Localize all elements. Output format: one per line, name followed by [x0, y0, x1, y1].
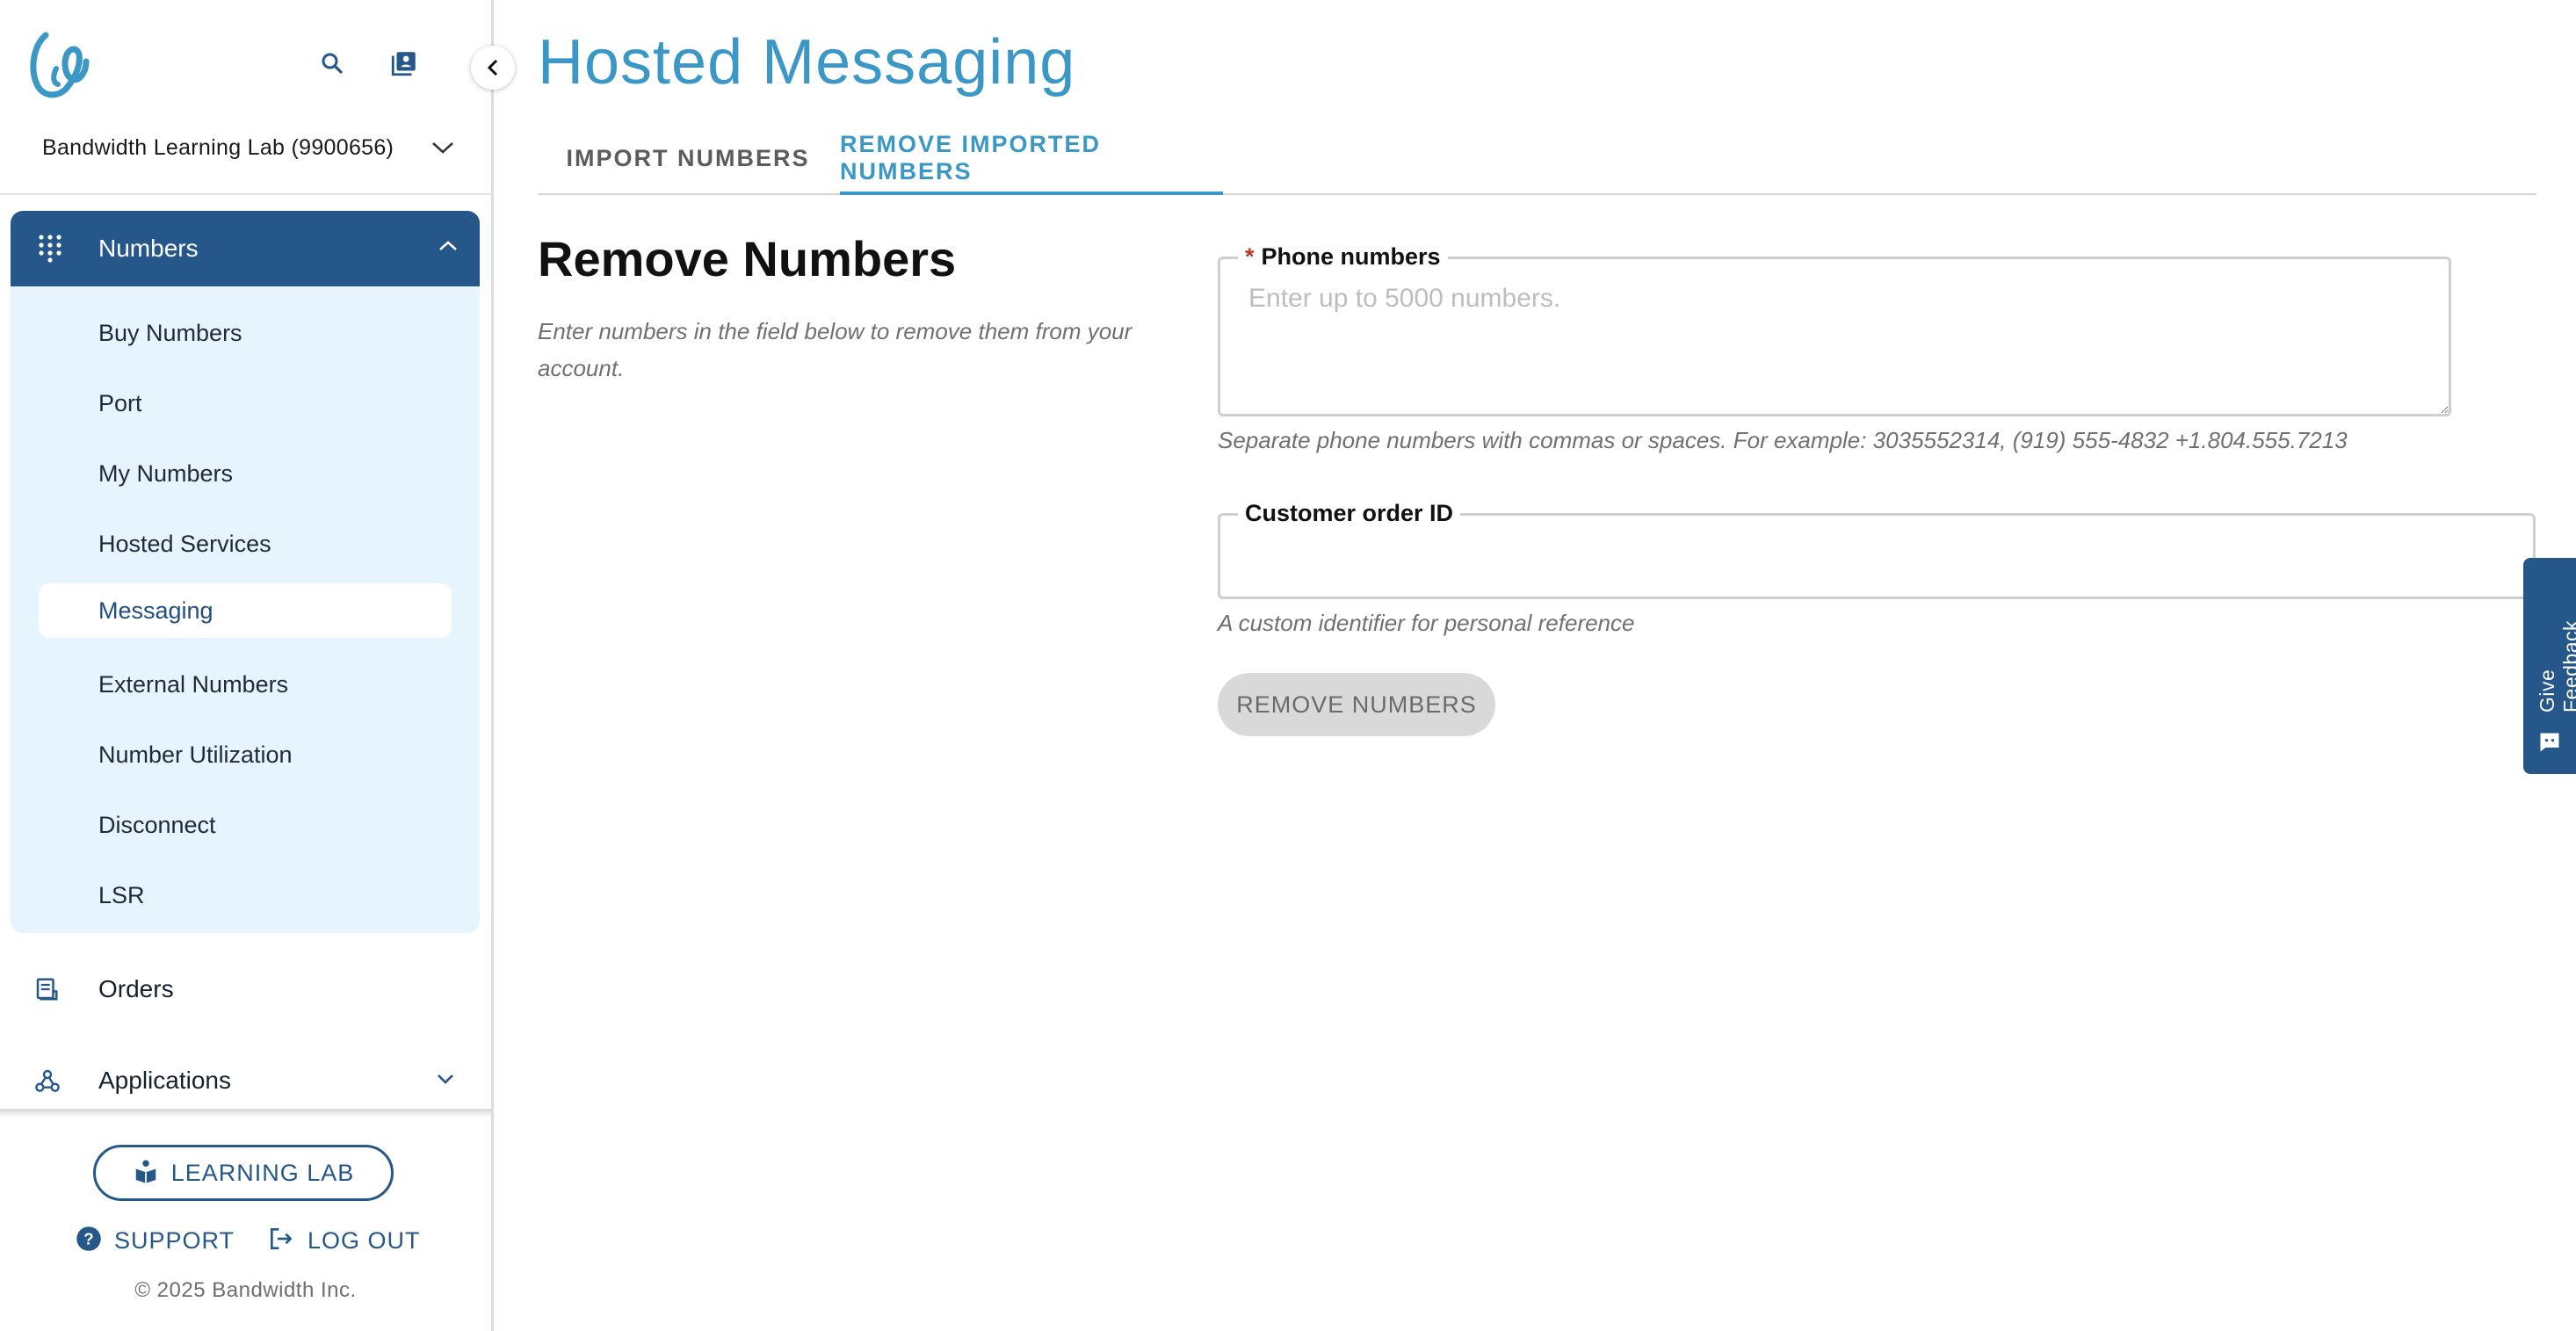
chevron-left-icon: [487, 59, 498, 76]
phone-numbers-label-text: Phone numbers: [1261, 243, 1441, 270]
reading-book-icon: [133, 1158, 159, 1189]
remove-numbers-button[interactable]: REMOVE NUMBERS: [1218, 673, 1495, 736]
support-label: SUPPORT: [114, 1226, 235, 1254]
tab-bar: IMPORT NUMBERS REMOVE IMPORTED NUMBERS: [538, 123, 2536, 195]
logout-button[interactable]: LOG OUT: [267, 1221, 421, 1260]
copyright: © 2025 Bandwidth Inc.: [134, 1278, 357, 1302]
sidebar-item-label: Buy Numbers: [98, 319, 242, 346]
collapse-sidebar-button[interactable]: [471, 46, 515, 90]
customer-order-id-helper: A custom identifier for personal referen…: [1218, 610, 1635, 636]
sidebar-item-label: Messaging: [98, 597, 213, 624]
support-button[interactable]: ? SUPPORT: [76, 1221, 235, 1260]
sidebar-item-label: Number Utilization: [98, 741, 293, 768]
section-title: Remove Numbers: [538, 231, 957, 286]
nav-item-applications[interactable]: Applications: [11, 1050, 480, 1111]
sidebar-item-messaging[interactable]: Messaging: [39, 583, 452, 638]
phone-numbers-field: *Phone numbers: [1218, 243, 2451, 416]
sidebar: Bandwidth Learning Lab (9900656) Numbers: [0, 0, 494, 1331]
customer-order-id-label: Customer order ID: [1238, 500, 1461, 527]
customer-order-id-input[interactable]: [1220, 516, 2533, 597]
phone-numbers-label: * Phone numbers: [1238, 243, 1448, 271]
tab-remove-imported-numbers[interactable]: REMOVE IMPORTED NUMBERS: [840, 123, 1223, 195]
sidebar-item-hosted-services[interactable]: Hosted Services: [39, 517, 452, 571]
svg-text:?: ?: [83, 1229, 93, 1248]
help-circle-icon: ?: [76, 1226, 102, 1256]
tab-import-numbers[interactable]: IMPORT NUMBERS: [538, 123, 838, 193]
chat-icon: [2537, 730, 2562, 759]
nav-item-numbers-label: Numbers: [98, 235, 199, 262]
sidebar-item-my-numbers[interactable]: My Numbers: [39, 446, 452, 501]
search-icon[interactable]: [313, 44, 351, 83]
sidebar-item-label: LSR: [98, 881, 145, 908]
chevron-up-icon: [438, 239, 459, 257]
learning-lab-button[interactable]: LEARNING LAB: [93, 1145, 394, 1201]
logout-label: LOG OUT: [308, 1226, 421, 1254]
sidebar-divider: [0, 193, 491, 195]
logout-icon: [267, 1225, 295, 1257]
learning-lab-label: LEARNING LAB: [170, 1159, 355, 1186]
sidebar-item-number-utilization[interactable]: Number Utilization: [39, 727, 452, 782]
chevron-down-icon: [436, 1073, 455, 1089]
contact-book-icon[interactable]: [385, 44, 423, 83]
phone-numbers-helper: Separate phone numbers with commas or sp…: [1218, 427, 2348, 453]
phone-numbers-input[interactable]: [1220, 259, 2449, 414]
nav-group-numbers: Numbers Buy Numbers Port My Numbers Host…: [11, 211, 480, 933]
sidebar-item-label: Port: [98, 389, 142, 416]
sidebar-item-label: Hosted Services: [98, 530, 271, 557]
sidebar-item-external-numbers[interactable]: External Numbers: [39, 657, 452, 712]
sidebar-item-label: External Numbers: [98, 670, 289, 698]
nav-item-orders-label: Orders: [98, 975, 174, 1002]
give-feedback-label: Give Feedback: [2536, 619, 2576, 713]
sidebar-item-disconnect[interactable]: Disconnect: [39, 798, 452, 852]
account-selector[interactable]: Bandwidth Learning Lab (9900656): [42, 128, 455, 167]
account-selector-label: Bandwidth Learning Lab (9900656): [42, 134, 394, 160]
sidebar-item-label: Disconnect: [98, 811, 216, 838]
webhook-icon: [33, 1067, 62, 1100]
customer-order-id-field: Customer order ID: [1218, 500, 2536, 599]
bandwidth-logo[interactable]: [26, 26, 91, 102]
sidebar-item-lsr[interactable]: LSR: [39, 868, 452, 922]
page-title: Hosted Messaging: [538, 27, 1076, 98]
chevron-down-icon: [432, 142, 453, 154]
sidebar-item-buy-numbers[interactable]: Buy Numbers: [39, 306, 452, 360]
required-marker: *: [1245, 243, 1255, 270]
sidebar-footer-divider: [0, 1109, 491, 1118]
section-description: Enter numbers in the field below to remo…: [538, 318, 1132, 381]
nav-item-applications-label: Applications: [98, 1067, 231, 1094]
sidebar-item-label: My Numbers: [98, 459, 234, 487]
sidebar-item-port[interactable]: Port: [39, 376, 452, 430]
receipt-icon: [33, 976, 60, 1007]
give-feedback-button[interactable]: Give Feedback: [2523, 558, 2576, 774]
nav-item-orders[interactable]: Orders: [11, 958, 480, 1020]
nav-item-numbers[interactable]: Numbers: [11, 211, 480, 286]
dialpad-icon: [37, 233, 63, 267]
